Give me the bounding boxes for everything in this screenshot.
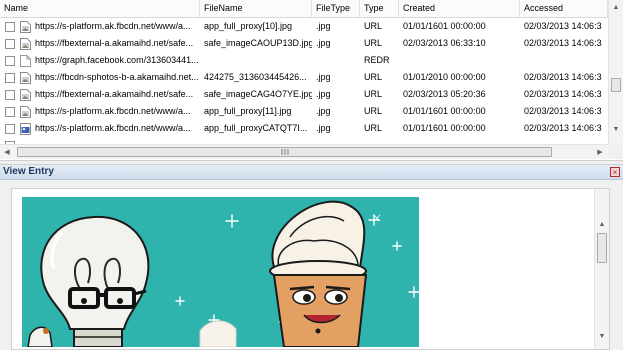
row-filetype: .jpg xyxy=(316,38,331,48)
table-row[interactable]: https://s-platform.ak.fbcdn.net/www/a...… xyxy=(0,18,608,35)
list-hscroll-thumb[interactable] xyxy=(17,147,552,157)
row-accessed xyxy=(524,52,608,69)
row-type: URL xyxy=(364,72,383,82)
row-created: 02/03/2013 05:20:36 xyxy=(403,89,486,99)
redirect-file-icon xyxy=(20,55,31,67)
row-name: https://fbcdn-sphotos-b-a.akamaihd.net..… xyxy=(35,72,198,82)
column-header-created[interactable]: Created xyxy=(399,0,520,17)
table-row[interactable]: https://fbexternal-a.akamaihd.net/safe..… xyxy=(0,86,608,103)
row-filename: app_full_proxy[10].jpg xyxy=(204,21,293,31)
scroll-up-icon[interactable]: ▲ xyxy=(609,0,623,15)
picture-file-icon xyxy=(20,123,31,135)
row-accessed: 02/03/2013 14:06:3 xyxy=(524,106,602,116)
row-filetype: .jpg xyxy=(316,106,331,116)
scroll-right-icon[interactable]: ▶ xyxy=(593,145,607,160)
row-name: https://s-platform.ak.fbcdn.net/www/a... xyxy=(35,21,191,31)
row-filename: app_full_proxyCATQT7I... xyxy=(204,123,308,133)
column-header-filetype[interactable]: FileType xyxy=(312,0,360,17)
column-header-name[interactable]: Name xyxy=(0,0,200,17)
row-type: REDR xyxy=(364,55,390,65)
column-header-accessed[interactable]: Accessed xyxy=(520,0,608,17)
row-filename: 424275_313603445426... xyxy=(204,72,307,82)
table-row-partial[interactable] xyxy=(0,137,608,144)
column-header-filename[interactable]: FileName xyxy=(200,0,312,17)
image-viewer: ▲ ▼ xyxy=(11,188,610,350)
row-created: 02/03/2013 06:33:10 xyxy=(403,38,486,48)
row-filename xyxy=(204,52,312,69)
row-name: https://fbexternal-a.akamaihd.net/safe..… xyxy=(35,89,194,99)
image-file-icon xyxy=(20,72,31,84)
viewer-vertical-scrollbar[interactable]: ▲ ▼ xyxy=(594,189,609,349)
view-entry-titlebar: View Entry × xyxy=(0,165,623,180)
row-created: 01/01/2010 00:00:00 xyxy=(403,72,486,82)
image-file-icon xyxy=(20,106,31,118)
image-file-icon xyxy=(20,38,31,50)
row-type: URL xyxy=(364,123,383,133)
view-entry-pane: ▲ ▼ xyxy=(0,180,623,350)
row-accessed: 02/03/2013 14:06:3 xyxy=(524,123,602,133)
row-filename: app_full_proxy[11].jpg xyxy=(204,106,292,116)
row-type: URL xyxy=(364,106,383,116)
grip-icon xyxy=(281,149,289,155)
viewer-scroll-up-icon[interactable]: ▲ xyxy=(595,217,609,232)
row-checkbox[interactable] xyxy=(5,73,15,83)
row-name: https://s-platform.ak.fbcdn.net/www/a... xyxy=(35,123,191,133)
column-header-type[interactable]: Type xyxy=(360,0,399,17)
table-row[interactable]: https://s-platform.ak.fbcdn.net/www/a...… xyxy=(0,120,608,137)
row-accessed: 02/03/2013 14:06:3 xyxy=(524,89,602,99)
row-filetype: .jpg xyxy=(316,89,331,99)
list-header: Name FileName FileType Type Created Acce… xyxy=(0,0,608,18)
row-created: 01/01/1601 00:00:00 xyxy=(403,123,486,133)
row-created: 01/01/1601 00:00:00 xyxy=(403,21,486,31)
row-type: URL xyxy=(364,89,383,99)
list-scroll-thumb[interactable] xyxy=(611,78,621,92)
viewer-scroll-down-icon[interactable]: ▼ xyxy=(595,329,609,344)
row-name: https://fbexternal-a.akamaihd.net/safe..… xyxy=(35,38,194,48)
view-entry-title: View Entry xyxy=(3,166,54,177)
row-accessed: 02/03/2013 14:06:3 xyxy=(524,72,602,82)
list-horizontal-scrollbar[interactable]: ◀ ▶ xyxy=(0,144,608,159)
row-filename: safe_imageCAOUP13D.jpg xyxy=(204,38,312,48)
row-checkbox[interactable] xyxy=(5,124,15,134)
row-checkbox[interactable] xyxy=(5,39,15,49)
row-name: https://graph.facebook.com/313603441... xyxy=(35,55,198,65)
image-file-icon xyxy=(20,89,31,101)
row-filetype: .jpg xyxy=(316,21,331,31)
row-accessed: 02/03/2013 14:06:3 xyxy=(524,38,602,48)
row-checkbox[interactable] xyxy=(5,56,15,66)
row-type: URL xyxy=(364,38,383,48)
entry-list[interactable]: Name FileName FileType Type Created Acce… xyxy=(0,0,623,160)
row-checkbox[interactable] xyxy=(5,22,15,32)
preview-image xyxy=(22,197,419,347)
image-file-icon xyxy=(20,21,31,33)
close-icon[interactable]: × xyxy=(610,167,620,177)
illustration-image xyxy=(22,197,419,347)
row-created xyxy=(403,52,520,69)
row-filetype: .jpg xyxy=(316,123,331,133)
row-filename: safe_imageCAG4O7YE.jpg xyxy=(204,89,312,99)
table-row[interactable]: https://graph.facebook.com/313603441... R… xyxy=(0,52,608,69)
scroll-down-icon[interactable]: ▼ xyxy=(609,122,623,137)
row-filetype xyxy=(316,52,360,69)
row-accessed: 02/03/2013 14:06:3 xyxy=(524,21,602,31)
row-type: URL xyxy=(364,21,383,31)
scroll-corner xyxy=(608,144,623,159)
row-filetype: .jpg xyxy=(316,72,331,82)
scroll-left-icon[interactable]: ◀ xyxy=(0,145,14,160)
row-checkbox[interactable] xyxy=(5,107,15,117)
list-vertical-scrollbar[interactable]: ▲ ▼ xyxy=(608,0,623,144)
row-created: 01/01/1601 00:00:00 xyxy=(403,106,486,116)
viewer-scroll-thumb[interactable] xyxy=(597,233,607,263)
table-row[interactable]: https://fbexternal-a.akamaihd.net/safe..… xyxy=(0,35,608,52)
row-name: https://s-platform.ak.fbcdn.net/www/a... xyxy=(35,106,191,116)
table-row[interactable]: https://s-platform.ak.fbcdn.net/www/a...… xyxy=(0,103,608,120)
row-checkbox[interactable] xyxy=(5,90,15,100)
table-row[interactable]: https://fbcdn-sphotos-b-a.akamaihd.net..… xyxy=(0,69,608,86)
